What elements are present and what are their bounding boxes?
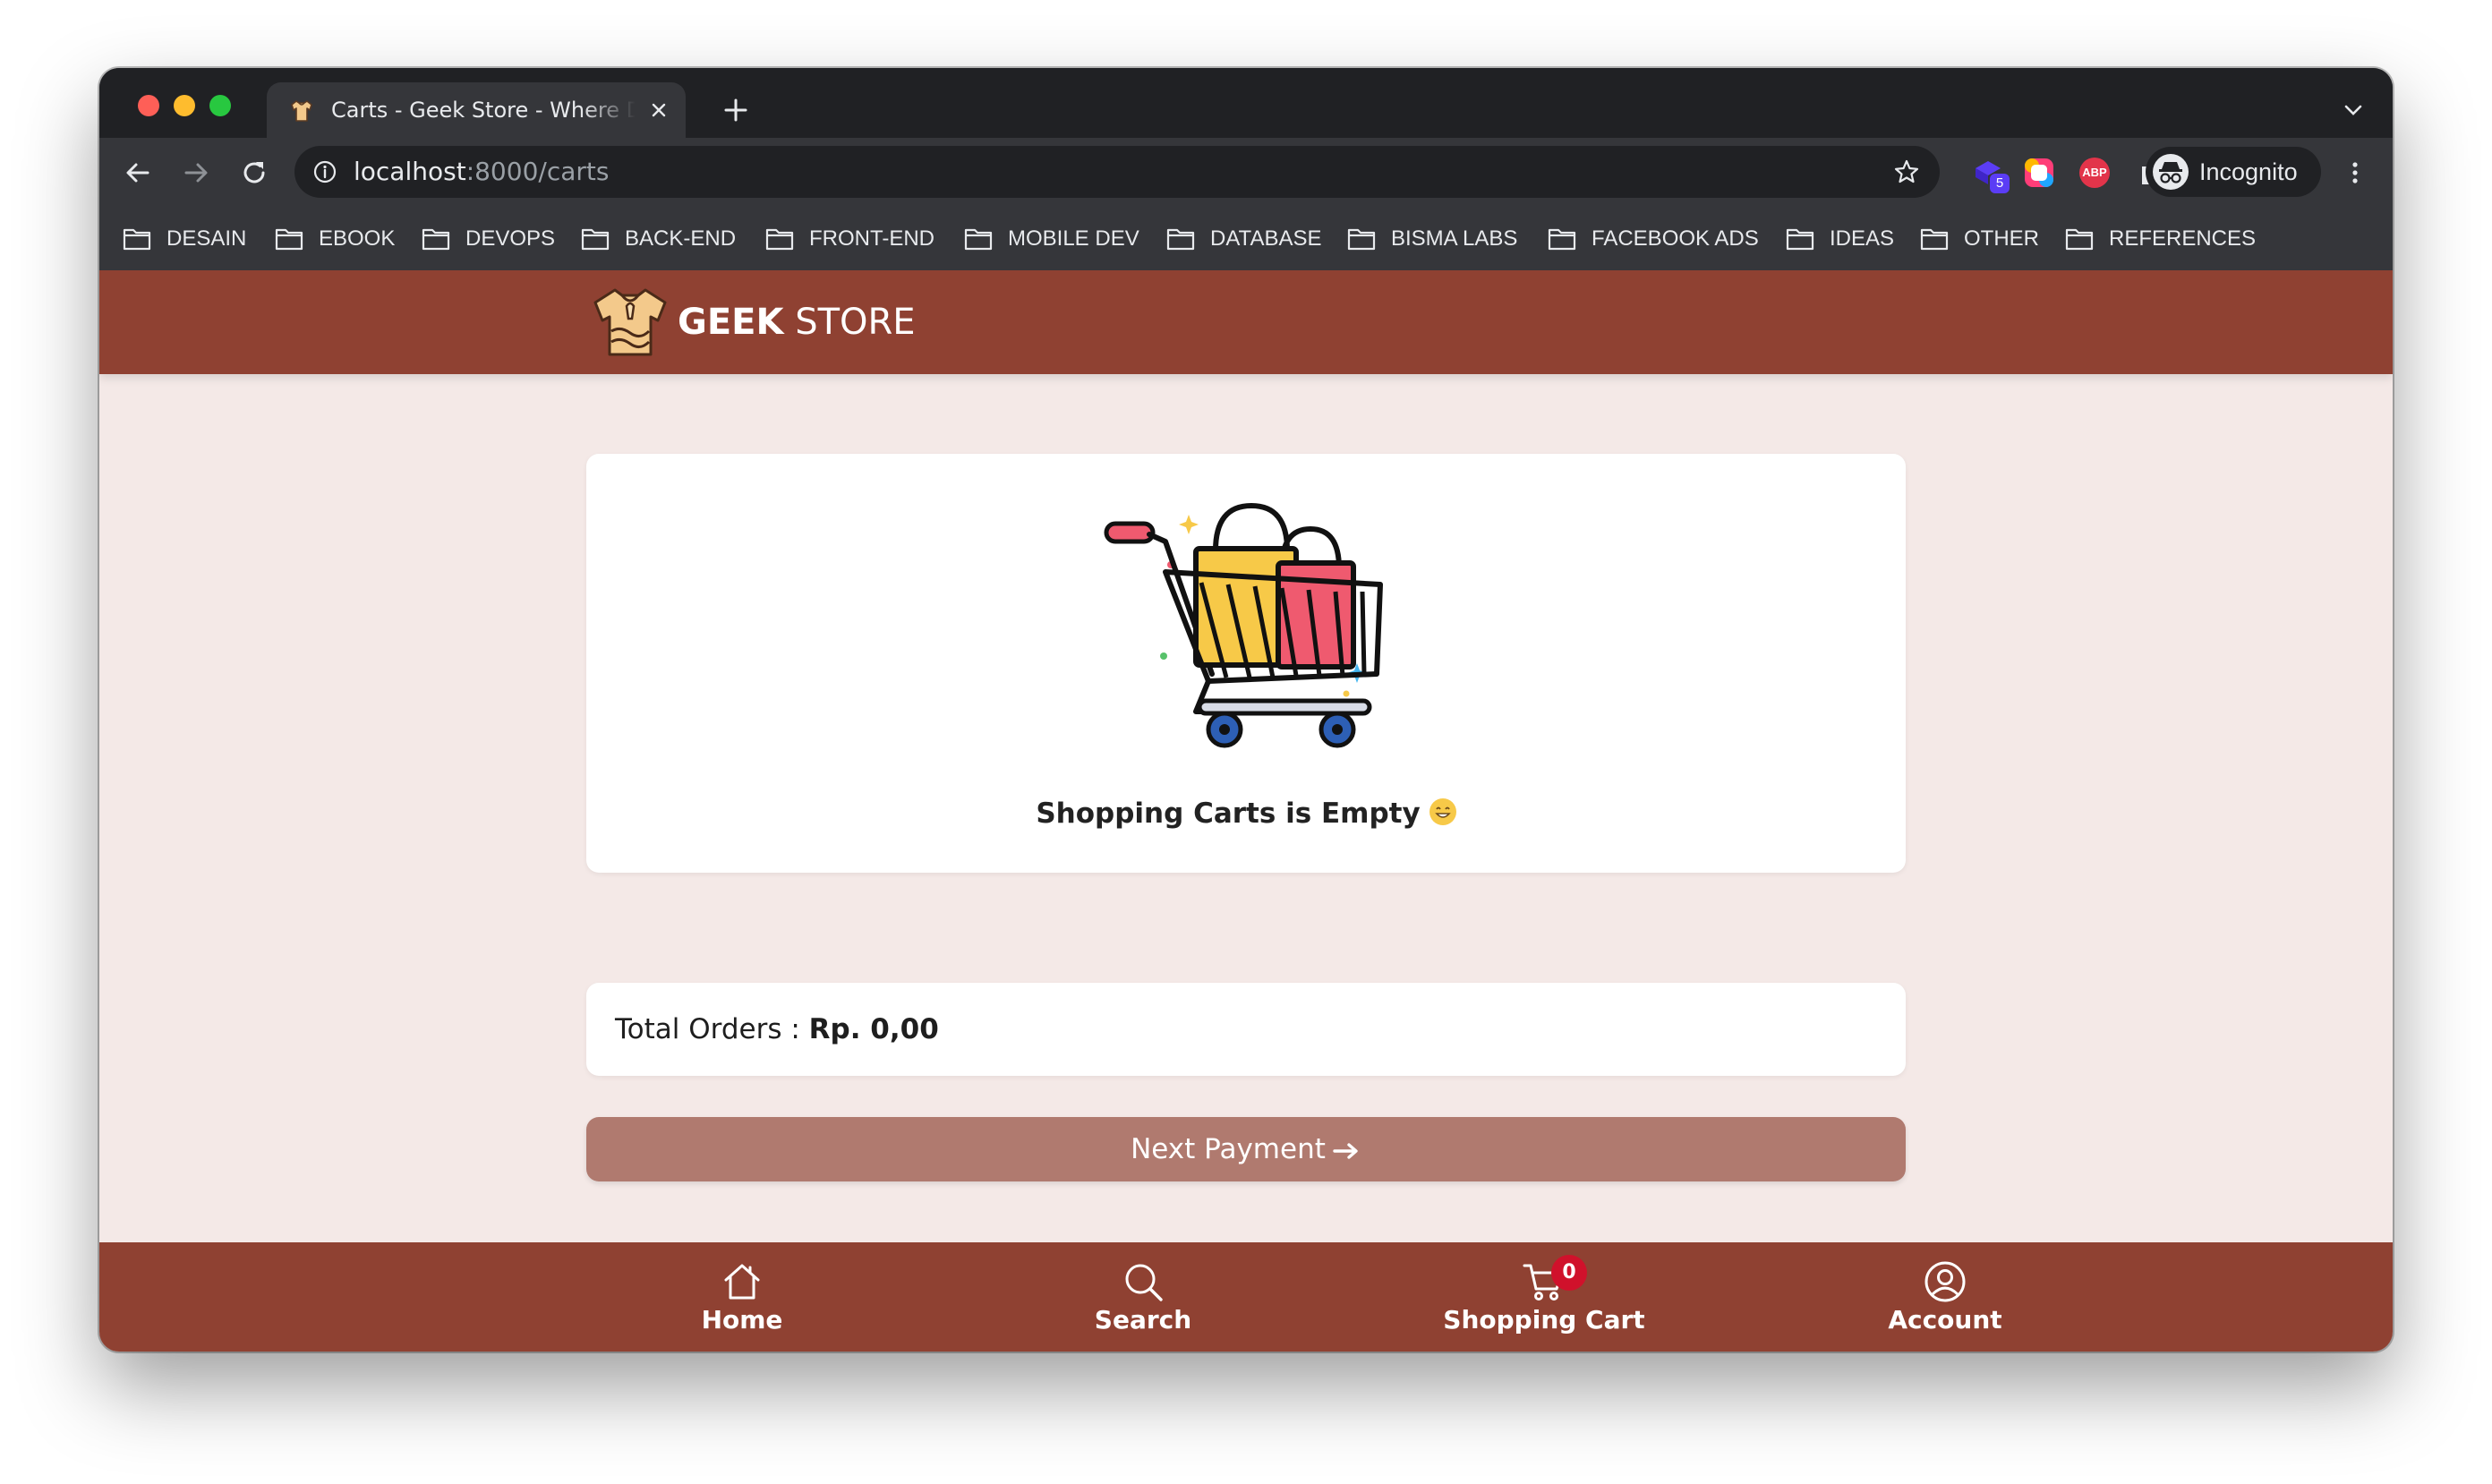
tab-carts[interactable]: Carts - Geek Store - Where Developer Sho… [267,82,686,138]
incognito-profile-button[interactable]: Incognito [2146,147,2321,197]
color-wheel-icon [2025,158,2053,187]
chevron-down-icon[interactable] [2343,102,2364,118]
empty-cart-message: Shopping Carts is Empty [586,797,1906,830]
bookmark-label: IDEAS [1830,226,1895,251]
adblock-extension[interactable]: ABP [2079,156,2113,190]
browser-window: Carts - Geek Store - Where Developer Sho… [99,68,2393,1352]
brand-name[interactable]: GEEK STORE [678,270,916,374]
tshirt-logo-icon[interactable] [590,285,670,358]
minimize-window-button[interactable] [174,95,195,116]
brand-regular: STORE [795,302,916,343]
new-tab-icon[interactable] [722,97,749,124]
folder-icon [123,228,151,251]
folder-icon [1347,228,1376,251]
nav-account-label: Account [1888,1305,2002,1335]
bookmark-folder-references[interactable]: REFERENCES [2065,208,2256,270]
forward-icon[interactable] [179,156,213,190]
tshirt-favicon-icon [291,100,312,122]
nav-shopping-cart[interactable]: 0 Shopping Cart [1410,1242,1678,1352]
info-icon[interactable] [312,159,337,184]
folder-icon [422,228,450,251]
search-icon [1125,1264,1163,1301]
nav-account[interactable]: Account [1811,1242,2079,1352]
bookmark-label: DATABASE [1210,226,1322,251]
bookmark-folder-back-end[interactable]: BACK-END [581,208,736,270]
next-payment-button[interactable]: Next Payment [586,1117,1906,1181]
bookmark-folder-devops[interactable]: DEVOPS [422,208,555,270]
nav-search-label: Search [1094,1305,1192,1335]
folder-icon [1786,228,1814,251]
bookmark-label: OTHER [1964,226,2039,251]
zoom-window-button[interactable] [209,95,231,116]
bookmark-folder-ebook[interactable]: EBOOK [275,208,395,270]
abp-icon: ABP [2079,158,2110,188]
bookmark-label: FRONT-END [809,226,934,251]
folder-icon [765,228,794,251]
page-viewport: GEEK STORE Shopping Carts is Empty Total… [99,270,2393,1352]
bookmark-label: FACEBOOK ADS [1592,226,1759,251]
url-host: localhost [354,157,466,186]
bookmark-label: BISMA LABS [1391,226,1518,251]
profile-label: Incognito [2199,158,2298,185]
address-bar[interactable]: localhost:8000/carts [294,146,1940,198]
arrow-right-icon [1333,1142,1358,1159]
extension-button[interactable]: 5 [1972,156,2010,193]
folder-icon [275,228,303,251]
bookmark-folder-desain[interactable]: DESAIN [123,208,246,270]
empty-cart-text: Shopping Carts is Empty [1036,797,1421,830]
home-icon [724,1264,760,1300]
url-path: :8000/carts [465,157,610,186]
bookmark-label: DESAIN [166,226,247,251]
close-window-button[interactable] [138,95,159,116]
browser-toolbar: localhost:8000/carts 5 ABP Incognito [99,138,2393,208]
bookmark-folder-other[interactable]: OTHER [1920,208,2039,270]
bookmark-folder-front-end[interactable]: FRONT-END [765,208,934,270]
folder-icon [1166,228,1195,251]
total-label: Total Orders : [615,1013,800,1045]
total-orders-card: Total Orders : Rp. 0,00 [586,983,1906,1076]
nav-shopping-cart-label: Shopping Cart [1443,1305,1645,1335]
nav-home[interactable]: Home [608,1242,876,1352]
account-icon [1924,1261,1966,1302]
nav-home-label: Home [701,1305,783,1335]
folder-icon [2065,228,2094,251]
nav-search[interactable]: Search [1009,1242,1277,1352]
next-payment-label: Next Payment [1131,1133,1326,1165]
tab-strip: Carts - Geek Store - Where Developer Sho… [99,68,2393,138]
bookmarks-bar: DESAIN EBOOK DEVOPS BACK-END FRONT-END M… [99,208,2393,270]
bookmark-label: REFERENCES [2109,226,2257,251]
bookmark-folder-facebook-ads[interactable]: FACEBOOK ADS [1548,208,1759,270]
bookmark-folder-database[interactable]: DATABASE [1166,208,1321,270]
total-value: Rp. 0,00 [808,1013,939,1045]
tab-title: Carts - Geek Store - Where Developer Sho… [331,98,636,123]
cart-count-badge: 0 [1551,1255,1587,1291]
close-icon[interactable] [648,99,670,121]
folder-icon [1920,228,1949,251]
folder-icon [581,228,610,251]
bookmark-label: MOBILE DEV [1008,226,1139,251]
folder-icon [1548,228,1576,251]
incognito-icon [2153,154,2189,190]
shopping-cart-illustration [1104,502,1383,748]
grinning-emoji-icon [1429,798,1456,825]
bookmark-folder-bisma-labs[interactable]: BISMA LABS [1347,208,1517,270]
bookmark-folder-mobile-dev[interactable]: MOBILE DEV [964,208,1139,270]
back-icon[interactable] [121,156,155,190]
reload-icon[interactable] [237,156,271,190]
bookmark-label: DEVOPS [465,226,556,251]
more-icon[interactable] [2344,156,2366,190]
bookmark-folder-ideas[interactable]: IDEAS [1786,208,1894,270]
folder-icon [964,228,993,251]
color-picker-extension[interactable] [2022,156,2056,190]
site-header: GEEK STORE [99,270,2393,374]
bookmark-label: EBOOK [319,226,396,251]
bottom-navigation: Home Search 0 Shopping Cart Account [99,1242,2393,1352]
brand-bold: GEEK [678,302,784,343]
extension-badge: 5 [1990,174,2010,193]
star-icon[interactable] [1893,158,1920,185]
url-text: localhost:8000/carts [354,146,609,198]
total-orders: Total Orders : Rp. 0,00 [615,983,939,1076]
empty-cart-card: Shopping Carts is Empty [586,454,1906,873]
bookmark-label: BACK-END [625,226,737,251]
